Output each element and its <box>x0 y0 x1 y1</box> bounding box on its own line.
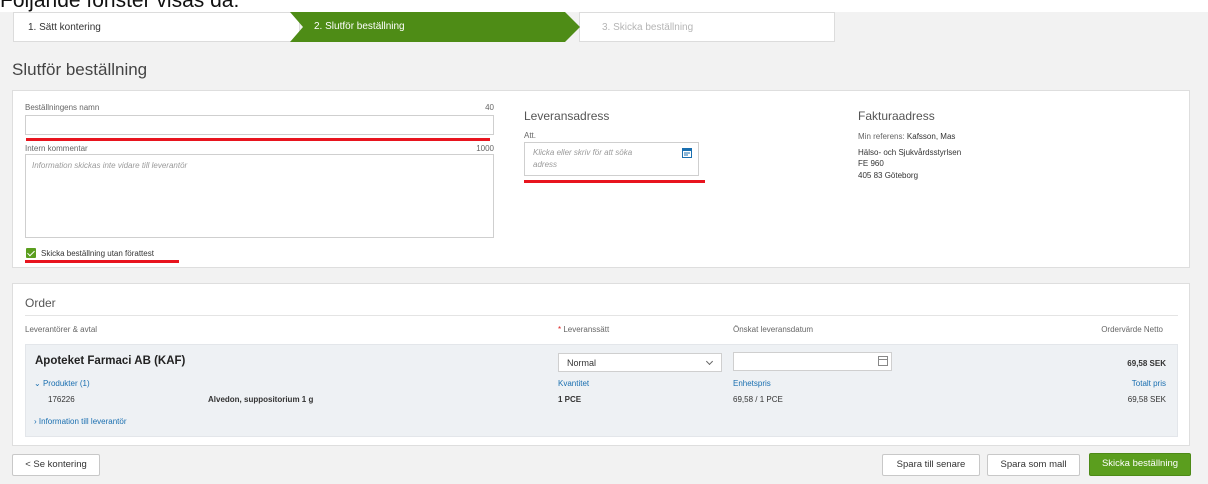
page-title: Slutför beställning <box>12 60 148 79</box>
reference-label: Min referens: <box>858 132 905 141</box>
save-template-button[interactable]: Spara som mall <box>987 454 1080 476</box>
order-card: Order Leverantörer & avtal * Leveranssät… <box>12 283 1190 446</box>
col-value-header: Ordervärde Netto <box>1101 325 1163 334</box>
supplier-info-toggle[interactable]: › Information till leverantör <box>34 417 127 426</box>
checkbox-checked-icon[interactable] <box>26 248 36 258</box>
billing-line-3: 405 83 Göteborg <box>858 171 919 180</box>
comment-char-count: 1000 <box>476 144 494 153</box>
comment-label: Intern kommentar <box>25 144 88 153</box>
delivery-method-select[interactable]: Normal <box>558 353 722 372</box>
name-label: Beställningens namn <box>25 103 100 112</box>
product-name: Alvedon, suppositorium 1 g <box>208 395 314 404</box>
att-label: Att. <box>524 131 537 140</box>
step-3: 3. Skicka beställning <box>579 12 835 42</box>
product-article-number: 176226 <box>48 395 75 404</box>
chevron-down-icon: ⌄ <box>34 379 41 388</box>
products-toggle[interactable]: ⌄ Produkter (1) <box>34 379 90 388</box>
name-char-count: 40 <box>485 103 494 112</box>
col-date-header: Önskat leveransdatum <box>733 325 814 334</box>
back-button[interactable]: < Se kontering <box>12 454 100 476</box>
step-2-active: 2. Slutför beställning <box>290 12 580 42</box>
supplier-name: Apoteket Farmaci AB (KAF) <box>35 355 186 367</box>
supplier-order-block: Apoteket Farmaci AB (KAF) Normal 69,58 S… <box>25 344 1178 437</box>
address-book-icon[interactable] <box>682 148 692 158</box>
step-1-label: 1. Sätt kontering <box>28 22 101 33</box>
address-placeholder-1: Klicka eller skriv för att söka <box>533 148 633 157</box>
caption-text: Följande fönster visas då: <box>0 0 1208 12</box>
calendar-icon[interactable] <box>878 356 888 366</box>
caption-line: Följande fönster visas då: <box>0 0 240 12</box>
divider <box>25 315 1178 316</box>
step-3-label: 3. Skicka beställning <box>602 22 694 33</box>
billing-line-1: Hälso- och Sjukvårdsstyrlsen <box>858 148 962 157</box>
products-toggle-label: Produkter (1) <box>42 379 90 388</box>
chevron-down-icon <box>705 357 714 366</box>
billing-title: Fakturaadress <box>858 109 935 123</box>
order-name-input[interactable] <box>25 115 494 135</box>
order-value: 69,58 SEK <box>1127 359 1166 368</box>
qty-header: Kvantitet <box>558 379 590 388</box>
comment-placeholder: Information skickas inte vidare till lev… <box>32 161 188 170</box>
reference-row: Min referens: Kafsson, Mas <box>858 132 955 141</box>
order-details-card: Beställningens namn 40 Intern kommentar … <box>12 90 1190 268</box>
annotation-underline-name <box>26 138 490 141</box>
checkbox-label: Skicka beställning utan förattest <box>41 249 154 258</box>
delivery-method-value: Normal <box>567 358 597 368</box>
step-1[interactable]: 1. Sätt kontering <box>13 12 300 42</box>
order-title: Order <box>25 296 56 310</box>
product-unit-price: 69,58 / 1 PCE <box>733 395 783 404</box>
col-delivery-method-header: * Leveranssätt <box>558 325 609 334</box>
address-placeholder-2: adress <box>533 160 558 169</box>
save-later-button[interactable]: Spara till senare <box>882 454 980 476</box>
annotation-underline-checkbox <box>25 260 179 263</box>
supplier-info-label: Information till leverantör <box>38 417 127 426</box>
delivery-title: Leveransadress <box>524 109 610 123</box>
annotation-underline-address <box>524 180 705 183</box>
total-price-header: Totalt pris <box>1131 379 1166 388</box>
col-supplier-header: Leverantörer & avtal <box>25 325 98 334</box>
internal-comment-textarea[interactable]: Information skickas inte vidare till lev… <box>25 154 494 238</box>
product-qty: 1 PCE <box>558 395 582 404</box>
unit-price-header: Enhetspris <box>733 379 771 388</box>
chevron-right-icon: › <box>34 417 37 426</box>
delivery-date-input[interactable] <box>733 352 892 371</box>
progress-steps: 1. Sätt kontering 3. Skicka beställning … <box>13 12 835 42</box>
product-total: 69,58 SEK <box>1127 395 1166 404</box>
send-order-button[interactable]: Skicka beställning <box>1089 453 1191 476</box>
billing-line-2: FE 960 <box>858 159 884 168</box>
required-marker: * <box>558 325 562 334</box>
step-2-label: 2. Slutför beställning <box>314 21 405 32</box>
col-delivery-method-label: Leveranssätt <box>563 325 610 334</box>
reference-value: Kafsson, Mas <box>906 132 956 141</box>
delivery-address-search[interactable]: Klicka eller skriv för att söka adress <box>524 142 699 176</box>
